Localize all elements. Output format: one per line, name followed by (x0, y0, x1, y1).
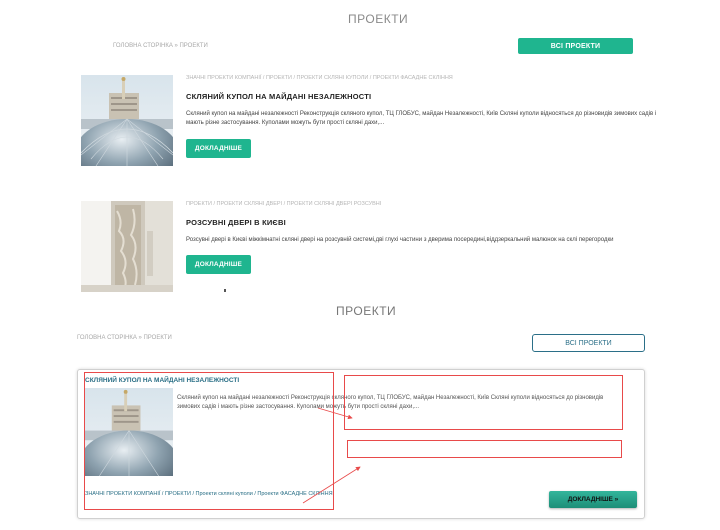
arrow-to-categories (302, 466, 361, 504)
annotation-arrows (302, 407, 361, 504)
arrow-to-description (317, 407, 353, 420)
